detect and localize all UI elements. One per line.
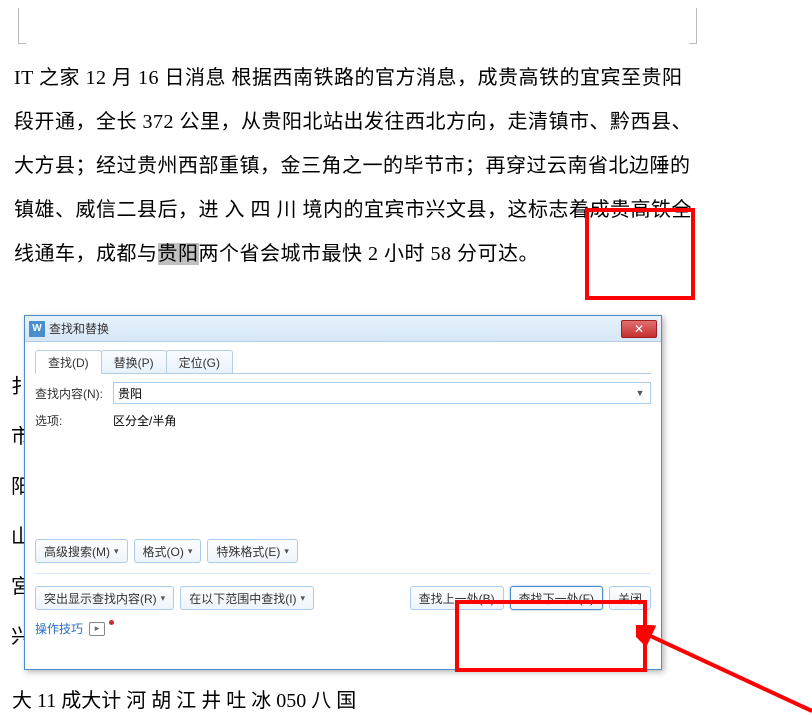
- tab-find[interactable]: 查找(D): [35, 350, 102, 374]
- highlight-found-button[interactable]: 突出显示查找内容(R) ▾: [35, 586, 174, 610]
- adv-search-label: 高级搜索(M): [44, 543, 110, 560]
- dialog-titlebar[interactable]: W 查找和替换 ✕: [25, 316, 661, 342]
- find-content-value: 贵阳: [118, 385, 142, 402]
- options-value: 区分全/半角: [113, 412, 176, 429]
- para-after: 两个省会城市最快 2 小时 58 分可达。: [199, 243, 540, 265]
- video-icon[interactable]: ▸: [89, 622, 105, 636]
- chevron-down-icon: ▾: [161, 593, 166, 604]
- chevron-down-icon: ▾: [114, 546, 119, 557]
- dialog-title: 查找和替换: [49, 320, 621, 337]
- chevron-down-icon: ▾: [284, 546, 289, 557]
- highlight-label: 突出显示查找内容(R): [44, 590, 157, 607]
- tab-goto[interactable]: 定位(G): [166, 350, 233, 373]
- find-next-button[interactable]: 查找下一处(F): [510, 586, 603, 610]
- find-content-input[interactable]: 贵阳 ▼: [113, 382, 651, 404]
- document-body[interactable]: IT 之家 12 月 16 日消息 根据西南铁路的官方消息，成贵高铁的宜宾至贵阳…: [0, 0, 812, 276]
- find-prev-button[interactable]: 查找上一处(B): [410, 586, 504, 610]
- highlighted-match: 贵阳: [158, 243, 199, 265]
- advanced-search-button[interactable]: 高级搜索(M) ▾: [35, 539, 128, 563]
- options-label: 选项:: [35, 412, 113, 429]
- search-in-label: 在以下范围中查找(I): [189, 590, 296, 607]
- find-replace-dialog: W 查找和替换 ✕ 查找(D) 替换(P) 定位(G) 查找内容(N): 贵阳 …: [24, 315, 662, 670]
- paragraph-text: IT 之家 12 月 16 日消息 根据西南铁路的官方消息，成贵高铁的宜宾至贵阳…: [14, 56, 697, 276]
- special-label: 特殊格式(E): [216, 543, 280, 560]
- chevron-down-icon: ▾: [188, 546, 193, 557]
- tips-link[interactable]: 操作技巧: [35, 620, 83, 637]
- close-button[interactable]: 关闭: [609, 586, 651, 610]
- chevron-down-icon: ▾: [301, 593, 306, 604]
- format-label: 格式(O): [143, 543, 184, 560]
- annotation-arrow: [636, 625, 812, 715]
- format-button[interactable]: 格式(O) ▾: [134, 539, 202, 563]
- find-content-label: 查找内容(N):: [35, 385, 113, 402]
- close-icon[interactable]: ✕: [621, 320, 657, 338]
- chevron-down-icon[interactable]: ▼: [632, 385, 648, 401]
- special-format-button[interactable]: 特殊格式(E) ▾: [207, 539, 298, 563]
- app-icon: W: [29, 321, 45, 337]
- para-before: IT 之家 12 月 16 日消息 根据西南铁路的官方消息，成贵高铁的宜宾至贵阳…: [14, 67, 692, 265]
- new-dot-icon: [109, 620, 114, 625]
- dialog-tabs: 查找(D) 替换(P) 定位(G): [35, 350, 651, 374]
- tab-replace[interactable]: 替换(P): [101, 350, 167, 373]
- search-in-button[interactable]: 在以下范围中查找(I) ▾: [180, 586, 314, 610]
